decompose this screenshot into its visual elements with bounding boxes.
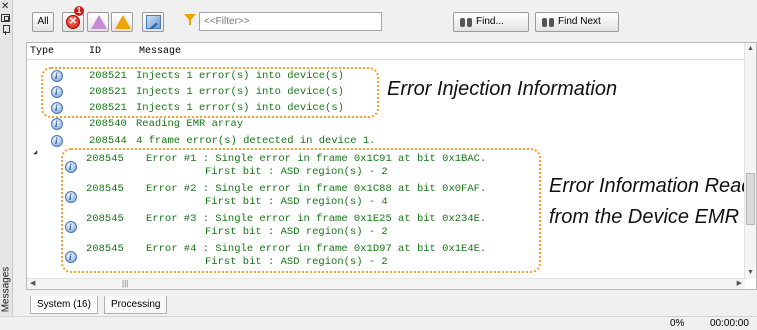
column-type[interactable]: Type bbox=[30, 43, 54, 60]
horizontal-scrollbar[interactable]: ◀ ||| ▶ bbox=[27, 278, 745, 289]
messages-list[interactable]: Type ID Message 208521 Injects 1 error(s… bbox=[26, 42, 757, 290]
message-id: 208540 bbox=[89, 118, 127, 130]
scroll-grip-icon[interactable]: ||| bbox=[122, 279, 128, 288]
find-button-label: Find... bbox=[476, 16, 504, 27]
warning-filter-button[interactable]: ! bbox=[111, 12, 133, 32]
column-header: Type ID Message bbox=[27, 43, 745, 60]
progress-percent: 0% bbox=[670, 318, 685, 329]
find-next-button[interactable]: Find Next bbox=[535, 12, 619, 32]
elapsed-time: 00:00:00 bbox=[710, 318, 749, 329]
scroll-right-icon[interactable]: ▶ bbox=[737, 280, 742, 288]
message-text: 4 frame error(s) detected in device 1. bbox=[136, 135, 376, 147]
column-message[interactable]: Message bbox=[139, 43, 181, 60]
message-id: 208544 bbox=[89, 135, 127, 147]
tab-system[interactable]: System (16) bbox=[30, 296, 98, 314]
emr-highlight-box bbox=[61, 148, 541, 273]
vertical-scroll-thumb[interactable] bbox=[746, 173, 755, 225]
messages-toolbar: All ✕ 1 ! ! Find... Find Next bbox=[14, 0, 757, 36]
tab-processing[interactable]: Processing bbox=[104, 296, 168, 314]
filter-input[interactable] bbox=[199, 12, 382, 31]
scroll-down-icon[interactable]: ▼ bbox=[747, 269, 754, 277]
message-text: Reading EMR array bbox=[136, 118, 244, 130]
info-icon bbox=[51, 135, 63, 147]
injection-highlight-box bbox=[41, 67, 379, 118]
messages-panel-label: Messages bbox=[0, 266, 12, 313]
scroll-up-icon[interactable]: ▲ bbox=[747, 45, 754, 53]
injection-callout: Error Injection Information bbox=[387, 78, 618, 100]
show-all-button[interactable]: All bbox=[32, 12, 54, 32]
status-bar: 0% 00:00:00 bbox=[0, 316, 757, 330]
close-icon[interactable]: ✕ bbox=[1, 2, 9, 12]
error-filter-icon: ✕ bbox=[66, 15, 80, 29]
float-icon[interactable] bbox=[1, 14, 10, 22]
error-count-badge: 1 bbox=[74, 6, 84, 16]
pin-icon[interactable] bbox=[3, 25, 10, 35]
warning-filter-icon: ! bbox=[115, 15, 133, 30]
column-id[interactable]: ID bbox=[89, 43, 101, 60]
find-button[interactable]: Find... bbox=[453, 12, 529, 32]
critical-warning-filter-button[interactable]: ! bbox=[87, 12, 109, 32]
critical-warning-filter-icon: ! bbox=[91, 15, 109, 30]
binoculars-icon bbox=[541, 16, 555, 28]
filter-funnel-icon bbox=[184, 14, 196, 25]
info-filter-icon bbox=[146, 15, 161, 29]
emr-callout-line2: from the Device EMR bbox=[549, 206, 740, 228]
find-next-button-label: Find Next bbox=[558, 16, 601, 27]
info-filter-button[interactable] bbox=[142, 12, 164, 32]
dock-strip: ✕ Messages bbox=[0, 0, 13, 316]
messages-tabs: System (16) Processing bbox=[14, 296, 757, 316]
info-icon bbox=[51, 118, 63, 130]
binoculars-icon bbox=[459, 16, 473, 28]
scroll-left-icon[interactable]: ◀ bbox=[30, 280, 35, 288]
vertical-scrollbar[interactable]: ▲ ▼ bbox=[744, 43, 756, 279]
emr-callout-line1: Error Information Read bbox=[549, 175, 753, 197]
